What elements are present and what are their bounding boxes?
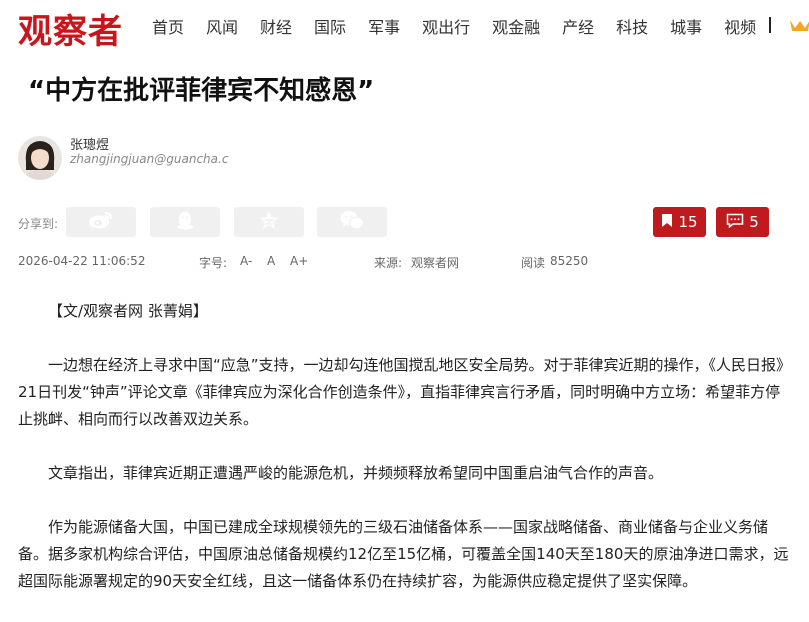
comment-count: 5	[749, 213, 759, 231]
author-avatar[interactable]	[18, 136, 62, 180]
nav-video[interactable]: 视频	[724, 14, 756, 38]
article-title: “中方在批评菲律宾不知感恩”	[28, 76, 375, 106]
source-link[interactable]: 观察者网	[411, 256, 459, 270]
nav-international[interactable]: 国际	[314, 14, 346, 38]
nav-fengwen[interactable]: 风闻	[206, 14, 238, 38]
author-name[interactable]: 张璁煜	[70, 134, 109, 153]
nav-travel[interactable]: 观出行	[422, 14, 470, 38]
bookmark-icon	[661, 213, 673, 232]
nav-divider	[769, 17, 771, 33]
reads-label: 阅读	[521, 256, 546, 270]
main-nav: 首页 风闻 财经 国际 军事 观出行 观金融 产经 科技 城事 视频	[152, 15, 778, 37]
article-paragraph: 一边想在经济上寻求中国“应急”支持，一边却勾连他国搅乱地区安全局势。对于菲律宾近…	[18, 356, 792, 428]
article-body: 【文/观察者网 张菁娟】 一边想在经济上寻求中国“应急”支持，一边却勾连他国搅乱…	[18, 298, 792, 622]
share-label: 分享到:	[18, 217, 59, 231]
qq-icon	[174, 209, 196, 235]
comment-button[interactable]: 5	[716, 207, 769, 237]
source-label: 来源:	[374, 256, 403, 270]
share-qzone-button[interactable]	[234, 207, 304, 237]
font-size-label: 字号:	[199, 256, 228, 270]
font-size-small-button[interactable]: A-	[240, 254, 252, 268]
nav-finance[interactable]: 财经	[260, 14, 292, 38]
article-paragraph: 作为能源储备大国，中国已建成全球规模领先的三级石油储备体系——国家战略储备、商业…	[18, 518, 789, 590]
reads-count: 85250	[550, 254, 589, 268]
article-paragraph: 文章指出，菲律宾近期正遭遇严峻的能源危机，并频频释放希望同中国重启油气合作的声音…	[48, 464, 664, 482]
share-qq-button[interactable]	[150, 207, 220, 237]
nav-more-icon[interactable]	[788, 16, 809, 34]
article-byline: 【文/观察者网 张菁娟】	[48, 302, 208, 320]
font-size-normal-button[interactable]: A	[267, 254, 275, 268]
publish-datetime: 2026-04-22 11:06:52	[18, 254, 146, 268]
nav-tech[interactable]: 科技	[616, 14, 648, 38]
weibo-icon	[88, 210, 114, 234]
bookmark-button[interactable]: 15	[653, 207, 706, 237]
comment-icon	[726, 213, 744, 232]
author-email: zhangjingjuan@guancha.c	[70, 152, 229, 166]
nav-city[interactable]: 城事	[670, 14, 702, 38]
wechat-icon	[339, 209, 365, 235]
nav-industry[interactable]: 产经	[562, 14, 594, 38]
share-weibo-button[interactable]	[66, 207, 136, 237]
nav-money[interactable]: 观金融	[492, 14, 540, 38]
nav-military[interactable]: 军事	[368, 14, 400, 38]
qzone-star-icon	[258, 209, 280, 235]
bookmark-count: 15	[678, 213, 698, 231]
nav-home[interactable]: 首页	[152, 14, 184, 38]
site-logo[interactable]: 观察者	[18, 4, 123, 53]
font-size-large-button[interactable]: A+	[290, 254, 308, 268]
share-wechat-button[interactable]	[317, 207, 387, 237]
